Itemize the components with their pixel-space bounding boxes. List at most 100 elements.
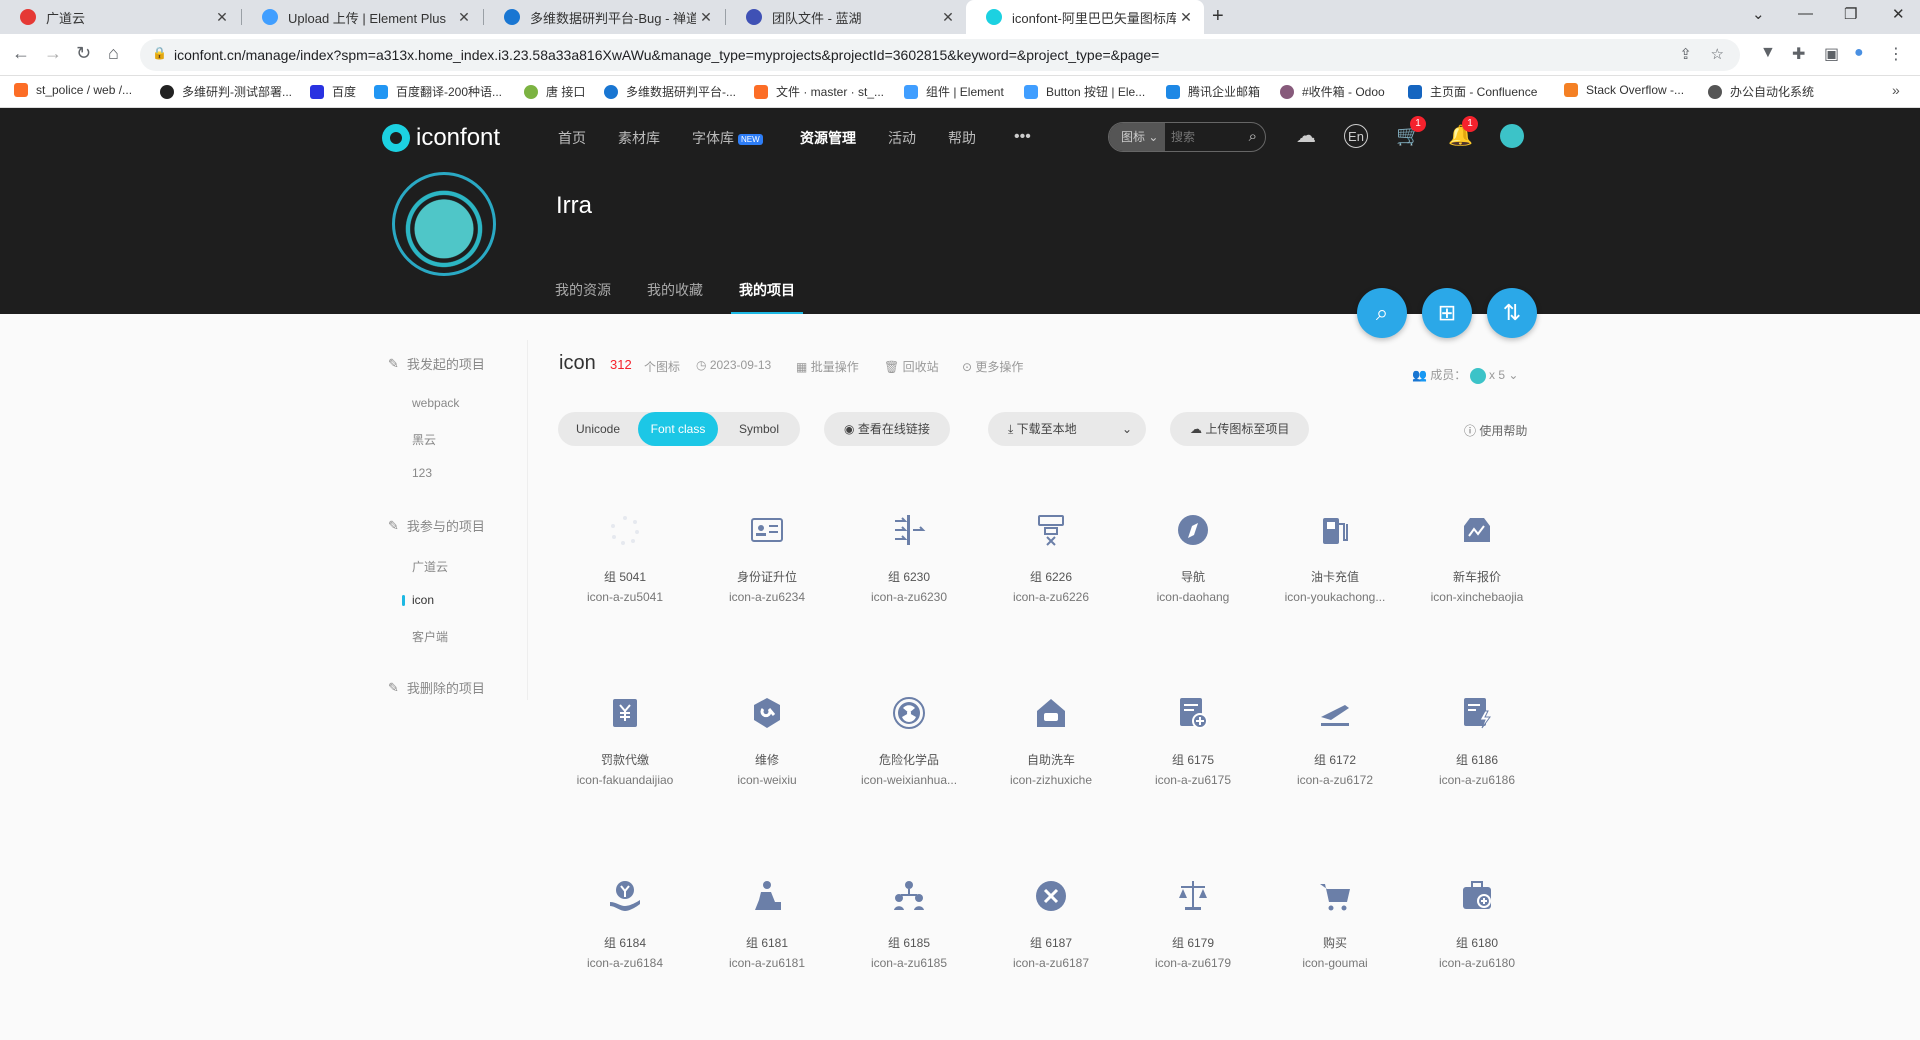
bookmark-item[interactable]: 百度: [310, 83, 356, 100]
icon-card[interactable]: 组 6172 icon-a-zu6172: [1264, 693, 1406, 853]
icon-card[interactable]: 维修 icon-weixiu: [696, 693, 838, 853]
browser-tab-active[interactable]: iconfont-阿里巴巴矢量图标库 ✕: [966, 0, 1204, 34]
bookmark-item[interactable]: 多维数据研判平台-...: [604, 83, 736, 100]
extension-icon[interactable]: ▼: [1760, 44, 1776, 62]
sort-fab-icon[interactable]: ⇅: [1487, 288, 1537, 338]
icon-card[interactable]: 组 6186 icon-a-zu6186: [1406, 693, 1548, 853]
tab-my-resources[interactable]: 我的资源: [555, 280, 611, 300]
icon-card[interactable]: 组 6179 icon-a-zu6179: [1122, 876, 1264, 1036]
icon-card[interactable]: 组 6175 icon-a-zu6175: [1122, 693, 1264, 853]
tab-my-favorites[interactable]: 我的收藏: [647, 280, 703, 300]
bookmark-item[interactable]: 主页面 - Confluence: [1408, 83, 1537, 100]
browser-tab[interactable]: 广道云 ✕: [0, 0, 240, 34]
icon-card[interactable]: 组 6230 icon-a-zu6230: [838, 510, 980, 670]
icon-card[interactable]: 身份证升位 icon-a-zu6234: [696, 510, 838, 670]
search-type-select[interactable]: 图标 ⌄: [1109, 123, 1165, 151]
mode-font-class[interactable]: Font class: [638, 412, 718, 446]
bookmark-item[interactable]: 腾讯企业邮箱: [1166, 83, 1260, 100]
bookmark-item[interactable]: 多维研判-测试部署...: [160, 83, 292, 100]
sidebar-item-client[interactable]: 客户端: [412, 628, 448, 645]
reload-icon[interactable]: ↻: [76, 43, 91, 64]
icon-card[interactable]: 组 6184 icon-a-zu6184: [554, 876, 696, 1036]
sidepanel-icon[interactable]: ▣: [1824, 44, 1839, 64]
minimize-icon[interactable]: —: [1798, 5, 1813, 22]
close-window-icon[interactable]: ✕: [1892, 5, 1905, 23]
nav-help[interactable]: 帮助: [948, 128, 976, 148]
new-folder-fab-icon[interactable]: ⊞: [1422, 288, 1472, 338]
new-tab-icon[interactable]: +: [1212, 5, 1224, 28]
star-icon[interactable]: ☆: [1711, 45, 1724, 63]
mode-symbol[interactable]: Symbol: [718, 412, 800, 446]
restore-icon[interactable]: ❐: [1844, 5, 1857, 23]
batch-operation[interactable]: ▦ 批量操作: [796, 358, 859, 375]
close-icon[interactable]: ✕: [696, 9, 716, 26]
url-bar[interactable]: 🔒 iconfont.cn/manage/index?spm=a313x.hom…: [140, 39, 1740, 71]
bookmark-item[interactable]: Button 按钮 | Ele...: [1024, 83, 1145, 100]
sidebar-joined-header[interactable]: ✎ 我参与的项目: [388, 516, 485, 535]
tab-my-projects[interactable]: 我的项目: [739, 280, 795, 300]
icon-card[interactable]: 危险化学品 icon-weixianhua...: [838, 693, 980, 853]
bell-icon[interactable]: 🔔 1: [1448, 116, 1478, 148]
search-input[interactable]: [1171, 123, 1241, 151]
cart-icon[interactable]: 🛒 1: [1396, 116, 1426, 148]
browser-tab[interactable]: 多维数据研判平台-Bug - 禅道 ✕: [484, 0, 724, 34]
close-icon[interactable]: ✕: [454, 9, 474, 26]
sidebar-deleted-header[interactable]: ✎ 我删除的项目: [388, 678, 485, 697]
icon-card[interactable]: 新车报价 icon-xinchebaojia: [1406, 510, 1548, 670]
bookmark-item[interactable]: st_police / web /...: [14, 83, 132, 97]
iconfont-logo[interactable]: iconfont: [382, 124, 500, 152]
members[interactable]: 👥 成员： x 5 ⌄: [1412, 366, 1518, 384]
nav-fonts[interactable]: 字体库 NEW: [692, 128, 763, 148]
sidebar-item-heiyun[interactable]: 黑云: [412, 431, 436, 448]
search-fab-icon[interactable]: ⌕: [1357, 288, 1407, 338]
close-icon[interactable]: ✕: [212, 9, 232, 26]
close-icon[interactable]: ✕: [1176, 9, 1196, 26]
share-icon[interactable]: ⇪: [1679, 45, 1692, 63]
bookmark-item[interactable]: 组件 | Element: [904, 83, 1004, 100]
bookmark-item[interactable]: #收件箱 - Odoo: [1280, 83, 1385, 100]
view-online-link-button[interactable]: ◉ 查看在线链接: [824, 412, 950, 446]
icon-card[interactable]: 组 6187 icon-a-zu6187: [980, 876, 1122, 1036]
sidebar-item-guangdaoyun[interactable]: 广道云: [412, 558, 448, 575]
download-button[interactable]: ⤓ 下载至本地 ⌄: [988, 412, 1146, 446]
sidebar-item-webpack[interactable]: webpack: [412, 396, 459, 410]
mode-unicode[interactable]: Unicode: [558, 412, 638, 446]
bookmark-item[interactable]: 文件 · master · st_...: [754, 83, 884, 100]
icon-card[interactable]: 油卡充值 icon-youkachong...: [1264, 510, 1406, 670]
nav-activity[interactable]: 活动: [888, 128, 916, 148]
icon-card[interactable]: 组 6185 icon-a-zu6185: [838, 876, 980, 1036]
sidebar-initiated-header[interactable]: ✎ 我发起的项目: [388, 354, 485, 373]
icon-card[interactable]: 组 6181 icon-a-zu6181: [696, 876, 838, 1036]
language-icon[interactable]: En: [1344, 124, 1368, 148]
upload-cloud-icon[interactable]: ☁: [1294, 124, 1318, 148]
icon-card[interactable]: 组 5041 icon-a-zu5041: [554, 510, 696, 670]
tab-search-icon[interactable]: ⌄: [1752, 5, 1765, 23]
bookmark-item[interactable]: Stack Overflow -...: [1564, 83, 1684, 97]
usage-help[interactable]: ⓘ 使用帮助: [1464, 422, 1527, 439]
nav-resource-management[interactable]: 资源管理: [800, 128, 856, 148]
back-icon[interactable]: ←: [12, 43, 30, 64]
user-avatar[interactable]: [1500, 124, 1524, 148]
forward-icon[interactable]: →: [44, 43, 62, 64]
profile-icon[interactable]: ●: [1854, 44, 1864, 62]
bookmark-item[interactable]: 唐 接口: [524, 83, 585, 100]
sidebar-item-123[interactable]: 123: [412, 466, 432, 480]
more-bookmarks-icon[interactable]: »: [1892, 82, 1900, 98]
browser-tab[interactable]: 团队文件 - 蓝湖 ✕: [726, 0, 966, 34]
puzzle-icon[interactable]: ✚: [1792, 44, 1805, 64]
icon-card[interactable]: 组 6226 icon-a-zu6226: [980, 510, 1122, 670]
bookmark-item[interactable]: 百度翻译-200种语...: [374, 83, 502, 100]
icon-card[interactable]: 购买 icon-goumai: [1264, 876, 1406, 1036]
more-operations[interactable]: ⊙ 更多操作: [962, 358, 1023, 375]
icon-card[interactable]: 自助洗车 icon-zizhuxiche: [980, 693, 1122, 853]
nav-more[interactable]: •••: [1014, 128, 1031, 146]
browser-tab[interactable]: Upload 上传 | Element Plus ✕: [242, 0, 482, 34]
bookmark-item[interactable]: 办公自动化系统: [1708, 83, 1814, 100]
nav-materials[interactable]: 素材库: [618, 128, 660, 148]
upload-to-project-button[interactable]: ☁ 上传图标至项目: [1170, 412, 1310, 446]
sidebar-item-icon[interactable]: icon: [401, 593, 434, 607]
recycle-bin[interactable]: 🗑 回收站: [884, 358, 939, 375]
icon-card[interactable]: 导航 icon-daohang: [1122, 510, 1264, 670]
search-icon[interactable]: ⌕: [1249, 128, 1257, 145]
icon-card[interactable]: 罚款代缴 icon-fakuandaijiao: [554, 693, 696, 853]
